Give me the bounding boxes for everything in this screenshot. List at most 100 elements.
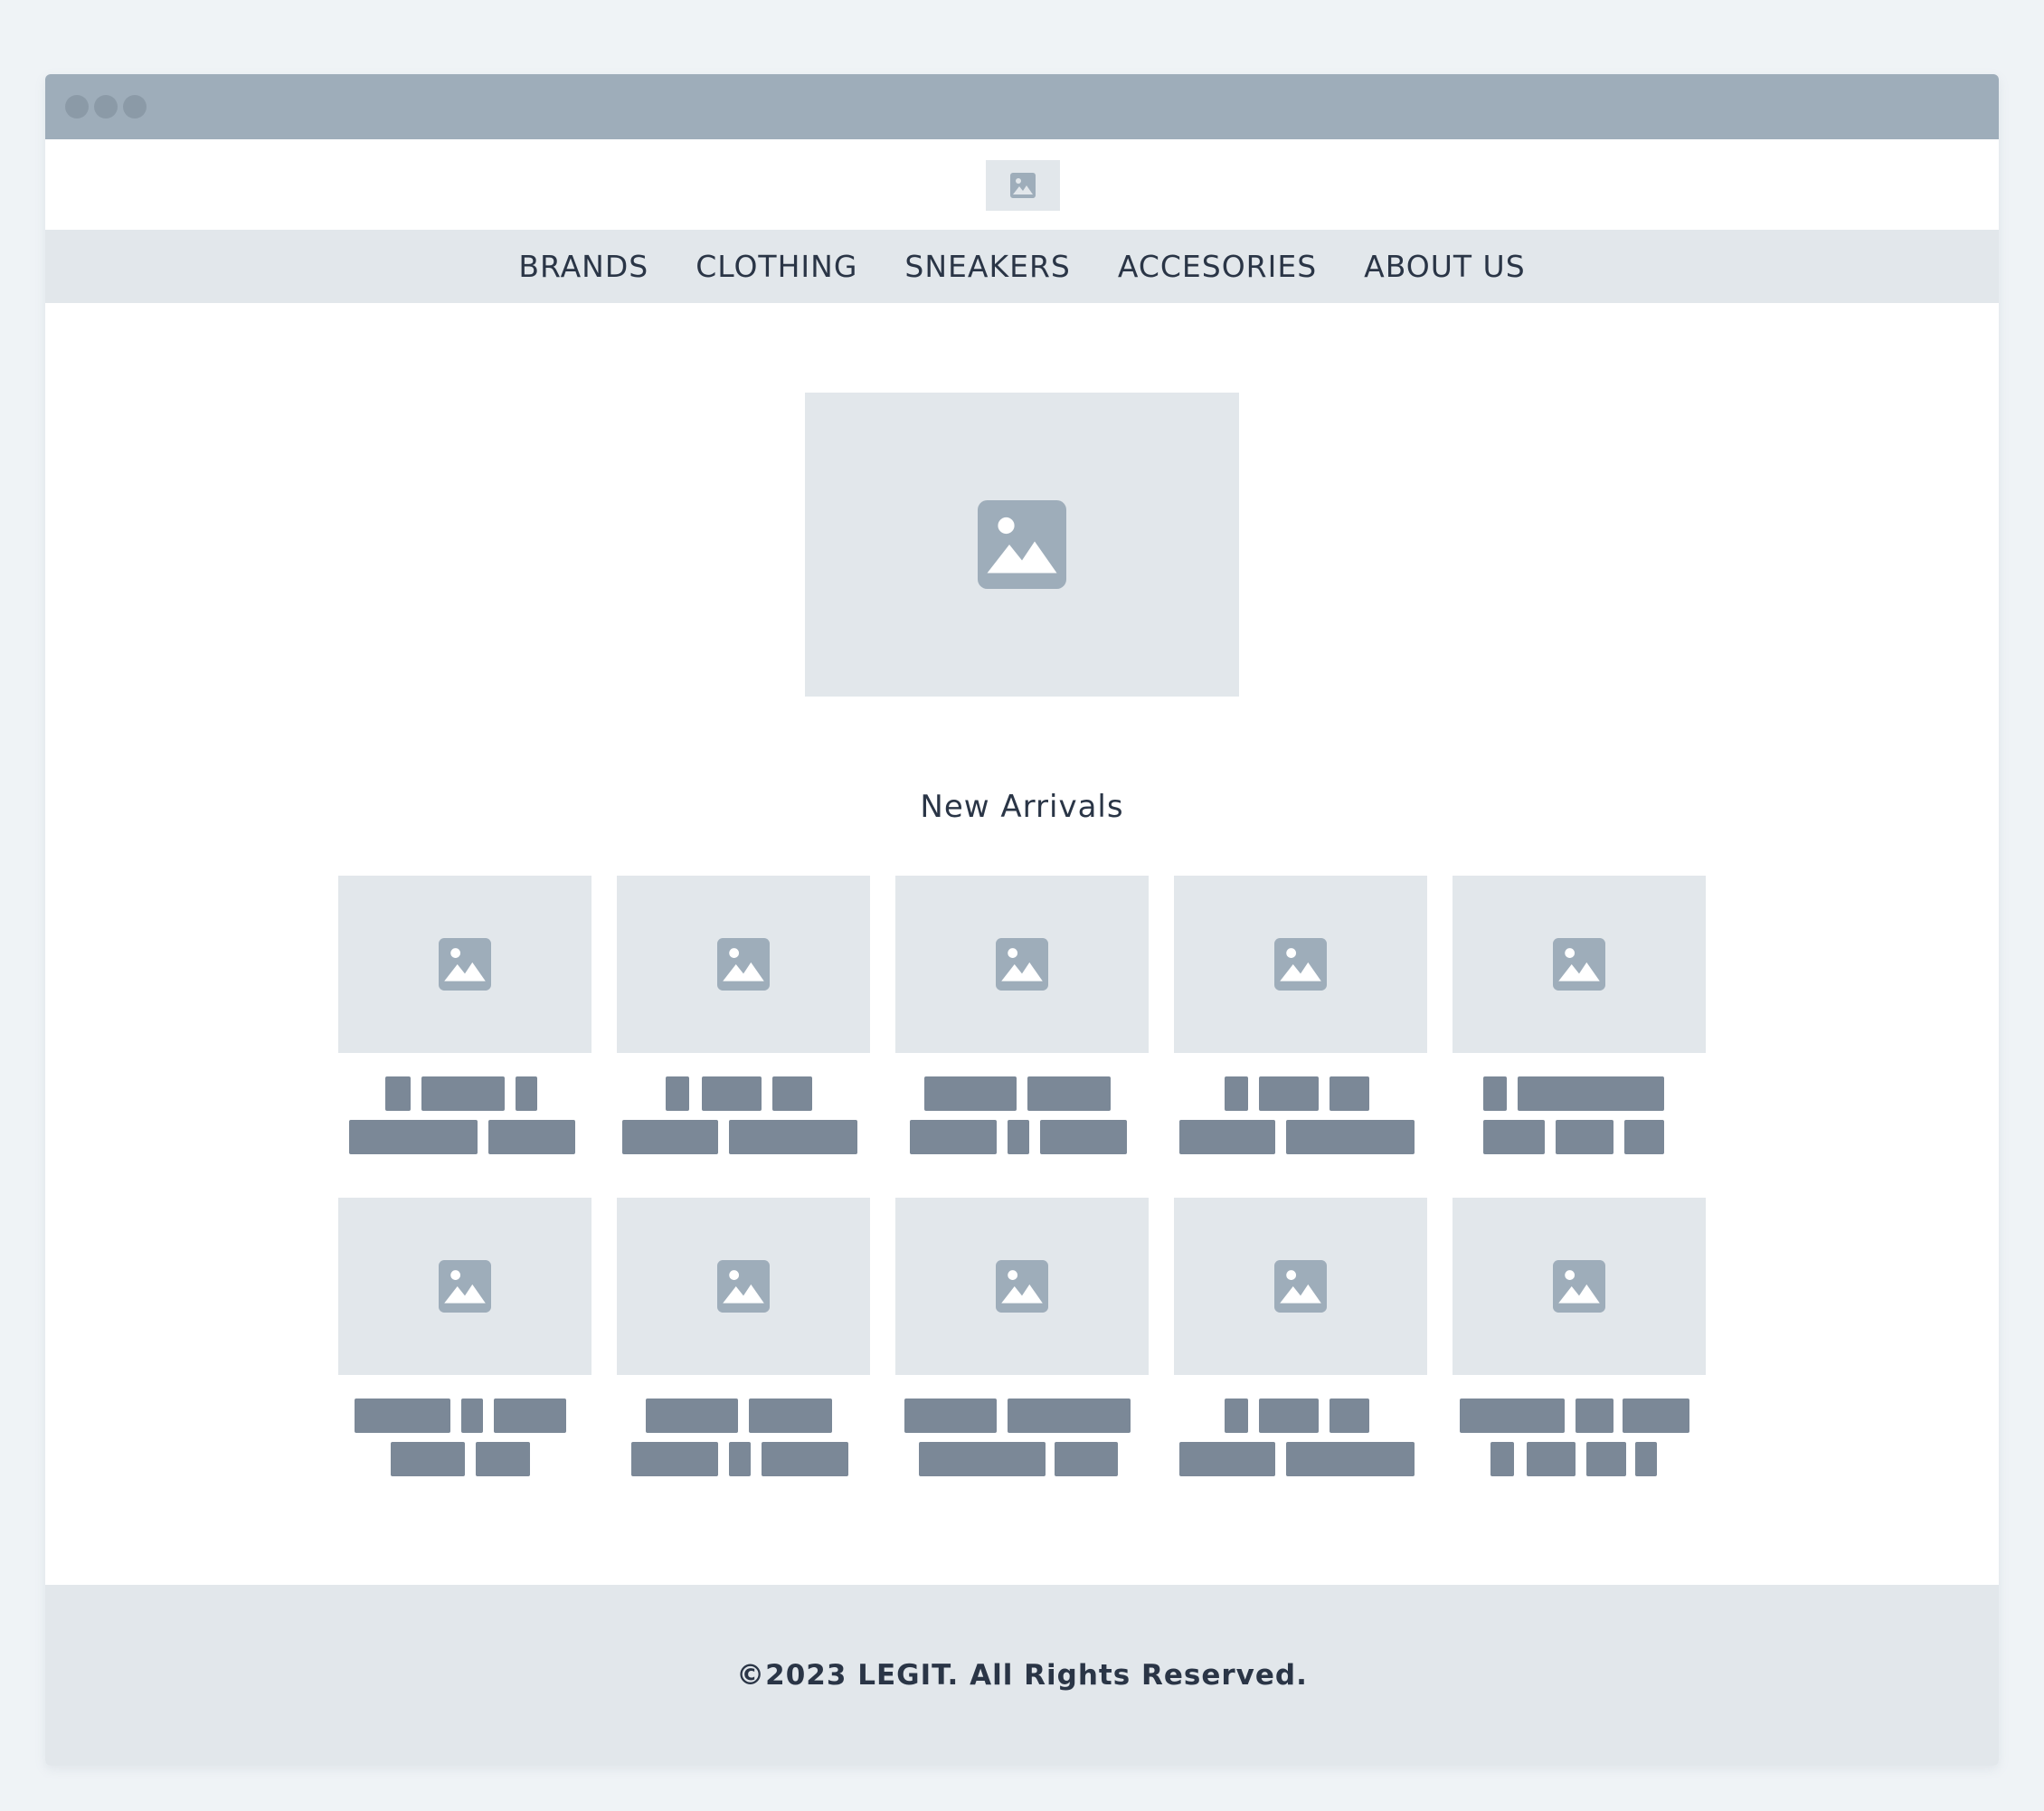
- text-placeholder-block: [622, 1120, 718, 1154]
- text-placeholder-block: [1624, 1120, 1664, 1154]
- window-control-close[interactable]: [65, 95, 89, 119]
- text-placeholder-block: [1286, 1442, 1415, 1476]
- site-logo[interactable]: [986, 160, 1060, 211]
- product-title-placeholder: [617, 1076, 870, 1111]
- product-price-placeholder: [617, 1120, 870, 1154]
- product-card[interactable]: [617, 1198, 870, 1476]
- text-placeholder-block: [1225, 1399, 1248, 1433]
- product-card[interactable]: [1174, 876, 1427, 1154]
- text-placeholder-block: [1008, 1399, 1131, 1433]
- text-placeholder-block: [631, 1442, 718, 1476]
- text-placeholder-block: [391, 1442, 465, 1476]
- product-title-placeholder: [338, 1399, 591, 1433]
- text-placeholder-block: [1179, 1120, 1275, 1154]
- text-placeholder-block: [666, 1076, 689, 1111]
- product-title-placeholder: [338, 1076, 591, 1111]
- product-title-placeholder: [617, 1399, 870, 1433]
- image-placeholder-icon: [439, 1260, 491, 1313]
- text-placeholder-block: [1483, 1076, 1507, 1111]
- footer-copyright: ©2023 LEGIT. All Rights Reserved.: [736, 1659, 1308, 1692]
- nav-item-clothing[interactable]: CLOTHING: [696, 249, 857, 284]
- text-placeholder-block: [1483, 1120, 1545, 1154]
- product-price-placeholder: [617, 1442, 870, 1476]
- text-placeholder-block: [488, 1120, 575, 1154]
- text-placeholder-block: [1556, 1120, 1613, 1154]
- nav-item-sneakers[interactable]: SNEAKERS: [904, 249, 1070, 284]
- text-placeholder-block: [904, 1399, 997, 1433]
- text-placeholder-block: [1576, 1399, 1613, 1433]
- product-image[interactable]: [617, 876, 870, 1053]
- image-placeholder-icon: [1010, 173, 1036, 198]
- text-placeholder-block: [476, 1442, 530, 1476]
- product-card[interactable]: [1453, 876, 1706, 1154]
- product-image[interactable]: [338, 876, 591, 1053]
- image-placeholder-icon: [439, 938, 491, 991]
- text-placeholder-block: [1527, 1442, 1576, 1476]
- nav-item-accesories[interactable]: ACCESORIES: [1118, 249, 1317, 284]
- text-placeholder-block: [461, 1399, 483, 1433]
- window-control-maximize[interactable]: [123, 95, 147, 119]
- nav-item-about-us[interactable]: ABOUT US: [1364, 249, 1526, 284]
- product-card[interactable]: [895, 1198, 1149, 1476]
- text-placeholder-block: [516, 1076, 537, 1111]
- image-placeholder-icon: [1553, 938, 1605, 991]
- product-card[interactable]: [895, 876, 1149, 1154]
- product-card[interactable]: [1174, 1198, 1427, 1476]
- image-placeholder-icon: [1274, 1260, 1327, 1313]
- image-placeholder-icon: [996, 938, 1048, 991]
- text-placeholder-block: [1259, 1076, 1319, 1111]
- text-placeholder-block: [494, 1399, 566, 1433]
- product-card[interactable]: [617, 876, 870, 1154]
- product-image[interactable]: [895, 876, 1149, 1053]
- browser-window: BRANDS CLOTHING SNEAKERS ACCESORIES ABOU…: [45, 74, 1999, 1766]
- product-price-placeholder: [1453, 1442, 1706, 1476]
- hero-image[interactable]: [805, 393, 1239, 697]
- text-placeholder-block: [702, 1076, 762, 1111]
- image-placeholder-icon: [996, 1260, 1048, 1313]
- text-placeholder-block: [646, 1399, 738, 1433]
- product-image[interactable]: [895, 1198, 1149, 1375]
- product-image[interactable]: [617, 1198, 870, 1375]
- text-placeholder-block: [349, 1120, 478, 1154]
- product-image[interactable]: [1453, 1198, 1706, 1375]
- text-placeholder-block: [1225, 1076, 1248, 1111]
- image-placeholder-icon: [1553, 1260, 1605, 1313]
- text-placeholder-block: [729, 1442, 751, 1476]
- section-title-new-arrivals: New Arrivals: [920, 789, 1124, 825]
- window-titlebar: [45, 74, 1999, 139]
- product-image[interactable]: [1453, 876, 1706, 1053]
- text-placeholder-block: [385, 1076, 411, 1111]
- product-price-placeholder: [895, 1120, 1149, 1154]
- text-placeholder-block: [749, 1399, 832, 1433]
- page-footer: ©2023 LEGIT. All Rights Reserved.: [45, 1585, 1999, 1766]
- text-placeholder-block: [1027, 1076, 1111, 1111]
- image-placeholder-icon: [717, 1260, 770, 1313]
- text-placeholder-block: [1055, 1442, 1118, 1476]
- product-title-placeholder: [1453, 1399, 1706, 1433]
- text-placeholder-block: [924, 1076, 1017, 1111]
- image-placeholder-icon: [978, 500, 1066, 589]
- product-card[interactable]: [338, 1198, 591, 1476]
- text-placeholder-block: [1330, 1399, 1369, 1433]
- window-control-minimize[interactable]: [94, 95, 118, 119]
- product-card[interactable]: [1453, 1198, 1706, 1476]
- product-image[interactable]: [1174, 876, 1427, 1053]
- text-placeholder-block: [1259, 1399, 1319, 1433]
- product-price-placeholder: [338, 1442, 591, 1476]
- product-price-placeholder: [338, 1120, 591, 1154]
- product-image[interactable]: [1174, 1198, 1427, 1375]
- main-nav: BRANDS CLOTHING SNEAKERS ACCESORIES ABOU…: [45, 230, 1999, 303]
- text-placeholder-block: [421, 1076, 505, 1111]
- nav-item-brands[interactable]: BRANDS: [518, 249, 648, 284]
- product-title-placeholder: [1174, 1399, 1427, 1433]
- product-image[interactable]: [338, 1198, 591, 1375]
- text-placeholder-block: [1460, 1399, 1565, 1433]
- product-title-placeholder: [1174, 1076, 1427, 1111]
- product-title-placeholder: [895, 1076, 1149, 1111]
- text-placeholder-block: [1490, 1442, 1514, 1476]
- product-title-placeholder: [895, 1399, 1149, 1433]
- product-card[interactable]: [338, 876, 591, 1154]
- product-price-placeholder: [895, 1442, 1149, 1476]
- text-placeholder-block: [1179, 1442, 1275, 1476]
- text-placeholder-block: [1623, 1399, 1689, 1433]
